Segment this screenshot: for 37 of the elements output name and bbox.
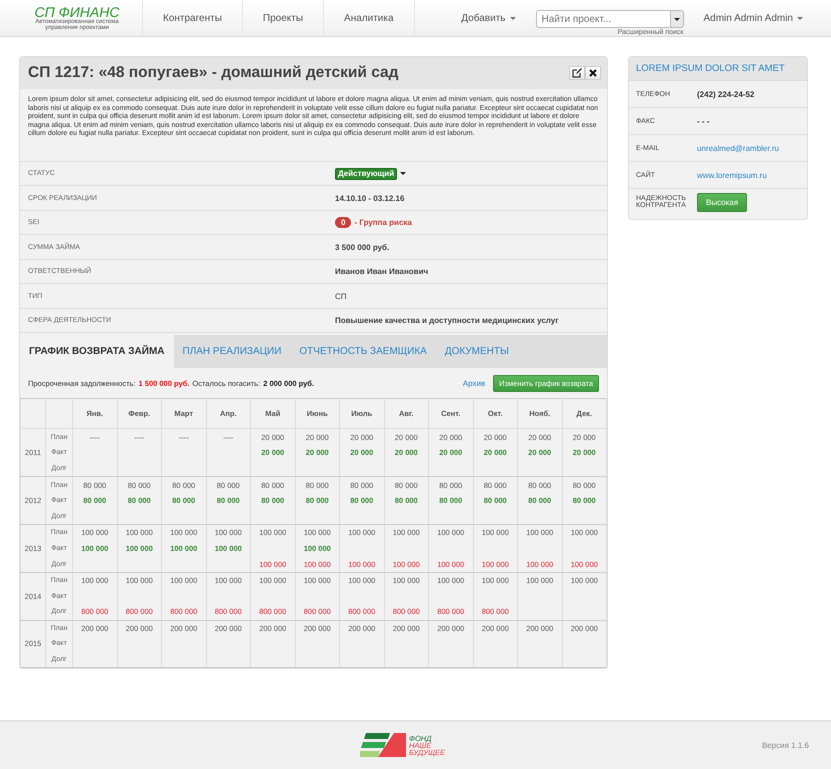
project-title: СП 1217: «48 попугаев» - домашний детский сад [28, 64, 400, 82]
contact-value: (242) 224-24-52 [697, 90, 754, 98]
contact-link[interactable]: www.loremipsum.ru [697, 170, 767, 180]
caret-icon [674, 18, 680, 20]
edit-icon [572, 68, 582, 78]
tab[interactable]: ОТЧЕТНОСТЬ ЗАЕМЩИКА [290, 335, 436, 368]
caret-icon[interactable] [400, 172, 406, 176]
close-button[interactable] [585, 66, 601, 80]
close-icon [589, 69, 597, 77]
nav-link[interactable]: Контрагенты [143, 0, 243, 36]
caret-icon [510, 16, 516, 20]
nav-link[interactable]: Аналитика [324, 0, 415, 36]
search-field[interactable]: Найти проект... [536, 10, 670, 28]
dropdown-toggle[interactable] [670, 10, 684, 28]
contact-link[interactable]: unrealmed@rambler.ru [697, 144, 779, 152]
field-value: 3 500 000 руб. [335, 242, 390, 252]
reliability-button[interactable]: Высокая [697, 192, 748, 212]
contact-value: - - - [697, 116, 710, 126]
field-value: 14.10.10 - 03.12.16 [335, 194, 404, 203]
tab[interactable]: ДОКУМЕНТЫ [436, 335, 518, 368]
tab[interactable]: ПЛАН РЕАЛИЗАЦИИ [174, 335, 290, 368]
caret-icon [797, 16, 803, 20]
tab[interactable]: ГРАФИК ВОЗВРАТА ЗАЙМА [20, 335, 174, 368]
user-menu[interactable]: Admin Admin Admin [704, 12, 803, 24]
stripes-logo-icon [360, 732, 408, 758]
field-value: Повышение качества и доступности медицинских услуг [335, 316, 559, 326]
edit-button[interactable] [569, 66, 585, 80]
field-value: СП [335, 292, 347, 301]
risk-text: - Группа риска [354, 218, 412, 228]
nav-link[interactable]: Проекты [242, 0, 324, 36]
field-value: Иванов Иван Иванович [335, 267, 428, 276]
add-menu[interactable]: Добавить [461, 12, 516, 24]
version-text: Версия 1.1.6 [762, 741, 809, 750]
archive-link[interactable]: Архив [462, 379, 486, 388]
brand-logo[interactable]: СП ФИНАНС [34, 5, 120, 19]
count-badge: 0 [335, 217, 352, 228]
status-badge[interactable]: Действующий [335, 168, 398, 180]
